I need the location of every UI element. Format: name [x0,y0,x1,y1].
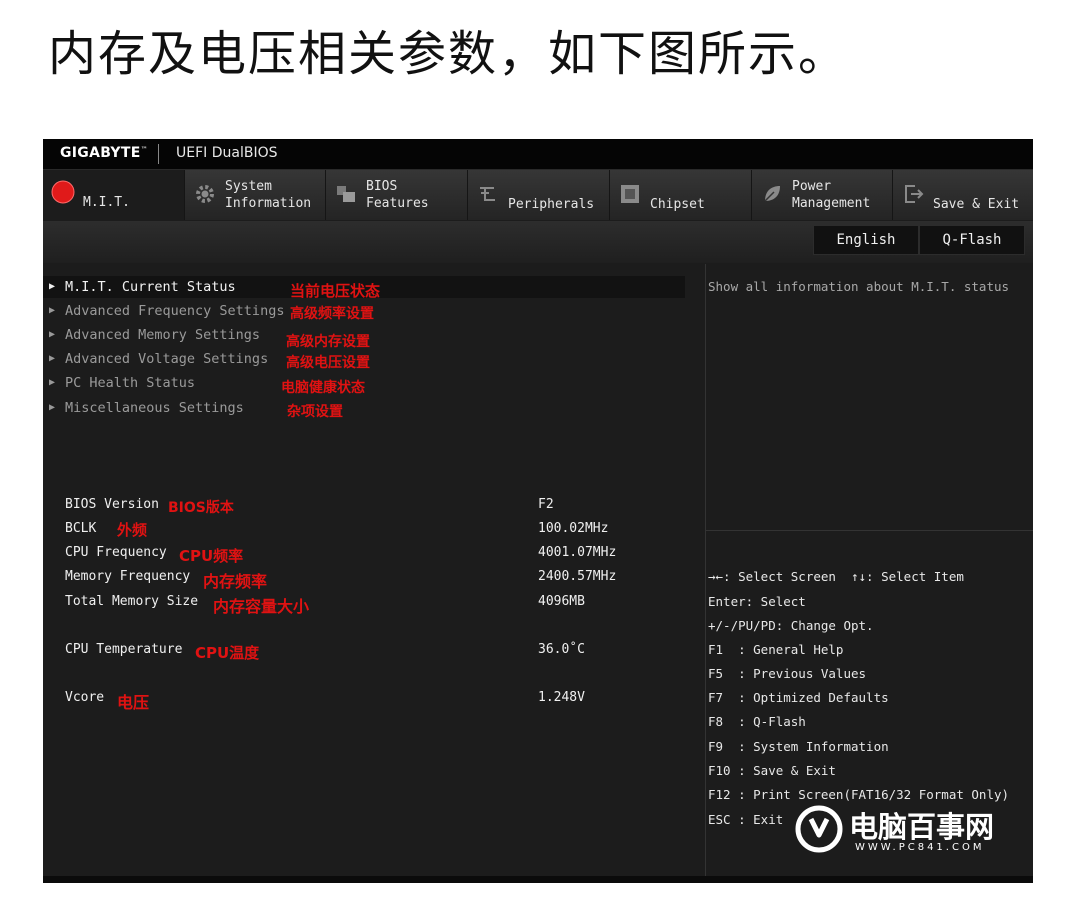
tab-label: Save & Exit [933,197,1020,212]
tab-save-exit[interactable]: Save & Exit [893,170,1033,220]
status-label-vcore: Vcore [65,690,105,705]
bottom-strip [43,876,1033,883]
tab-peripherals[interactable]: Peripherals [468,170,610,220]
bios-features-icon [337,186,355,202]
expand-arrow-icon: ▶ [49,377,56,388]
watermark-title: 电脑百事网 [849,810,995,844]
qflash-button[interactable]: Q-Flash [919,225,1025,255]
key-help-line: F7 : Optimized Defaults [708,690,889,705]
annotation: 电压 [117,693,150,712]
status-label-cpu-temperature: CPU Temperature [65,642,183,657]
status-value-vcore: 1.248V [538,690,585,705]
help-panel [705,264,1033,531]
gear-icon [196,185,214,203]
status-label-bios-version: BIOS Version [65,497,159,512]
expand-arrow-icon: ▶ [49,353,56,364]
annotation: 内存容量大小 [213,597,310,616]
annotation: 电脑健康状态 [281,380,365,396]
annotation: 高级频率设置 [290,306,374,322]
menu-item-label: PC Health Status [65,375,196,391]
key-help-line: F10 : Save & Exit [708,763,836,778]
annotation: 当前电压状态 [290,282,381,300]
menu-item-label: Advanced Voltage Settings [65,351,269,367]
status-label-bclk: BCLK [65,521,97,536]
annotation: 高级内存设置 [286,334,370,350]
key-help-line: F9 : System Information [708,739,889,754]
annotation: CPU温度 [195,644,260,662]
bios-top-bar: GIGABYTE™ UEFI DualBIOS [43,139,1033,170]
bios-screen: GIGABYTE™ UEFI DualBIOS M.I.T. System In… [43,139,1033,883]
key-help-line: F12 : Print Screen(FAT16/32 Format Only) [708,787,1010,802]
peripherals-icon [480,187,495,201]
product-name: UEFI DualBIOS [176,145,278,161]
tab-label: Power Management [792,179,871,211]
key-help-line: Enter: Select [708,594,806,609]
status-value-cpu-frequency: 4001.07MHz [538,545,617,560]
menu-item-label: M.I.T. Current Status [65,279,236,295]
annotation: 杂项设置 [287,404,343,420]
page-heading: 内存及电压相关参数，如下图所示。 [48,26,849,82]
mit-dot-icon [51,180,75,204]
menu-item-label: Advanced Memory Settings [65,327,261,343]
expand-arrow-icon: ▶ [49,402,56,413]
annotation: 外频 [117,521,148,539]
tab-bios-features[interactable]: BIOS Features [326,170,468,220]
brand-logo: GIGABYTE™ [60,145,148,161]
status-value-bclk: 100.02MHz [538,521,609,536]
expand-arrow-icon: ▶ [49,305,56,316]
status-label-cpu-frequency: CPU Frequency [65,545,167,560]
tab-power-management[interactable]: Power Management [752,170,893,220]
menu-item-label: Advanced Frequency Settings [65,303,285,319]
brand-divider [158,144,159,164]
annotation: BIOS版本 [168,500,234,516]
power-leaf-icon [764,186,780,202]
bios-tab-bar: M.I.T. System Information BIOS Features … [43,170,1033,220]
status-value-memory-frequency: 2400.57MHz [538,569,617,584]
tab-label: M.I.T. [83,195,130,210]
key-help-line: F8 : Q-Flash [708,714,806,729]
annotation: 高级电压设置 [286,355,370,371]
chip-icon [621,185,639,203]
status-value-cpu-temperature: 36.0˚C [538,642,585,657]
watermark-url: WWW.PC841.COM [855,842,985,853]
annotation: 内存频率 [203,572,268,591]
tab-label: System Information [225,179,312,211]
expand-arrow-icon: ▶ [49,329,56,340]
key-help-line: +/-/PU/PD: Change Opt. [708,618,874,633]
tab-system-information[interactable]: System Information [185,170,326,220]
key-help-line: →←: Select Screen ↑↓: Select Item [708,569,964,584]
exit-door-icon [905,185,924,203]
language-button[interactable]: English [813,225,919,255]
tab-chipset[interactable]: Chipset [610,170,752,220]
status-value-bios-version: F2 [538,497,554,512]
key-help-line: F1 : General Help [708,642,844,657]
annotation: CPU频率 [179,547,244,565]
tab-label: BIOS Features [366,179,429,211]
tab-label: Peripherals [508,197,595,212]
status-value-total-memory: 4096MB [538,594,585,609]
status-label-total-memory: Total Memory Size [65,594,199,609]
expand-arrow-icon: ▶ [49,281,56,292]
tab-label: Chipset [650,197,705,212]
key-help-line: ESC : Exit [708,812,784,827]
tab-mit[interactable]: M.I.T. [43,170,185,220]
key-help-line: F5 : Previous Values [708,666,867,681]
help-description: Show all information about M.I.T. status [708,279,1010,294]
watermark-logo-icon [795,805,843,853]
menu-item-label: Miscellaneous Settings [65,400,244,416]
status-label-memory-frequency: Memory Frequency [65,569,191,584]
